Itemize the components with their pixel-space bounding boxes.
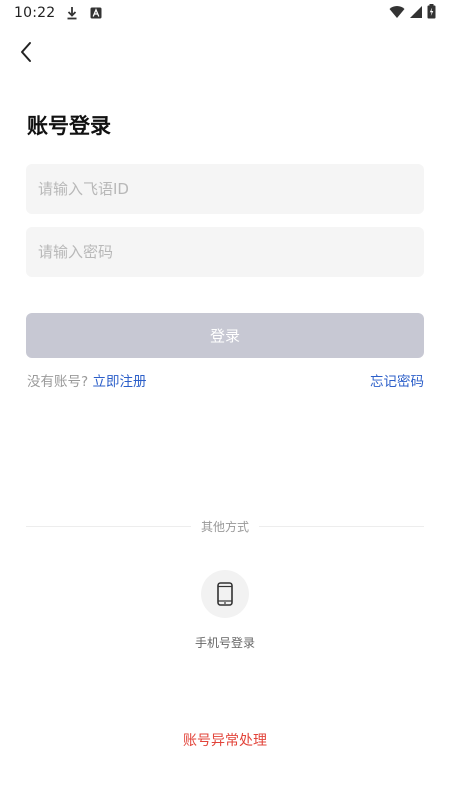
- password-input[interactable]: [26, 227, 424, 277]
- divider-line-right: [259, 525, 425, 527]
- account-abnormal-link[interactable]: 账号异常处理: [0, 730, 450, 750]
- smartphone-icon: [217, 582, 233, 606]
- phone-login-icon-circle[interactable]: [201, 570, 249, 618]
- register-link[interactable]: 立即注册: [92, 374, 146, 390]
- login-button[interactable]: 登录: [26, 313, 424, 358]
- other-methods-label: 其他方式: [201, 519, 250, 534]
- status-bar: 10:22: [0, 0, 450, 26]
- a-badge-icon: [89, 6, 103, 20]
- phone-login-label: 手机号登录: [194, 636, 255, 650]
- signal-icon: [409, 4, 423, 23]
- status-left: 10:22: [14, 5, 103, 21]
- forgot-password-link[interactable]: 忘记密码: [370, 370, 424, 390]
- fei-id-input[interactable]: [26, 164, 424, 214]
- register-prompt: 没有账号? 立即注册: [27, 370, 146, 390]
- back-button[interactable]: [12, 38, 40, 66]
- other-methods-divider: 其他方式: [26, 516, 425, 536]
- status-right: [389, 3, 436, 23]
- chevron-left-icon: [21, 42, 31, 62]
- status-time: 10:22: [14, 5, 56, 21]
- divider-line-left: [26, 525, 191, 527]
- page-title: 账号登录: [27, 114, 111, 138]
- wifi-icon: [389, 4, 405, 23]
- download-icon: [65, 6, 79, 20]
- no-account-text: 没有账号?: [27, 374, 89, 390]
- phone-login-button[interactable]: 手机号登录: [175, 570, 275, 651]
- register-row: 没有账号? 立即注册 忘记密码: [27, 370, 424, 390]
- battery-icon: [427, 3, 436, 23]
